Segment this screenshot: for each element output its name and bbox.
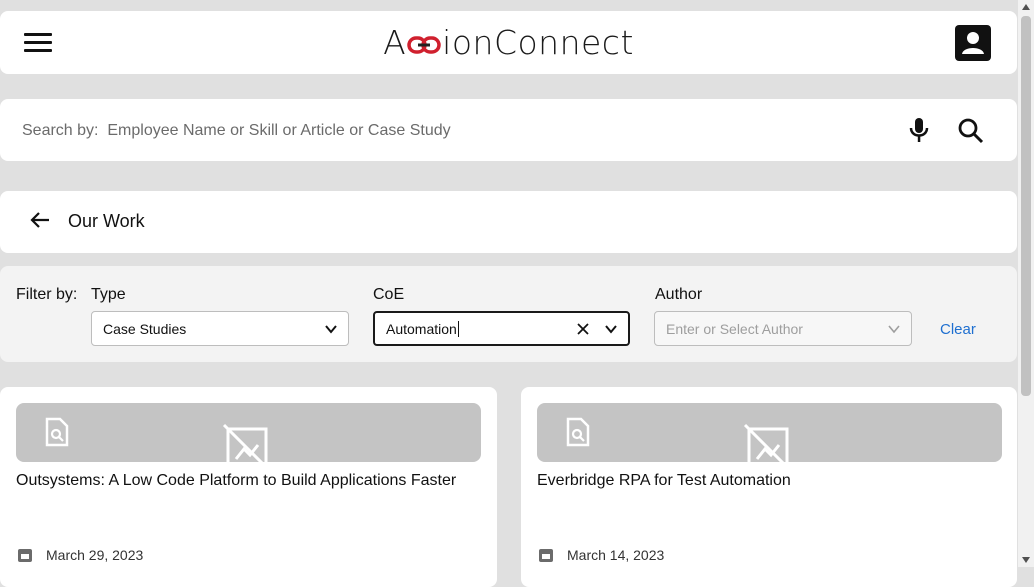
chevron-down-icon[interactable] bbox=[604, 322, 618, 336]
microphone-icon[interactable] bbox=[906, 116, 932, 144]
page-title: Our Work bbox=[68, 211, 145, 231]
coe-select-value[interactable]: Automation bbox=[386, 321, 459, 337]
card-date: March 29, 2023 bbox=[46, 547, 144, 563]
clear-x-icon[interactable] bbox=[576, 322, 590, 336]
logo-prefix: A bbox=[383, 23, 407, 62]
calendar-icon bbox=[539, 549, 553, 562]
coe-select[interactable]: Automation bbox=[373, 311, 630, 346]
result-card[interactable]: Outsystems: A Low Code Platform to Build… bbox=[0, 387, 497, 587]
search-input[interactable] bbox=[20, 99, 884, 163]
profile-icon[interactable] bbox=[955, 25, 991, 61]
filter-by-label: Filter by: bbox=[16, 286, 78, 303]
app-logo: AionConnect bbox=[0, 23, 1017, 62]
type-select[interactable]: Case Studies bbox=[91, 311, 349, 346]
top-bar: AionConnect bbox=[0, 11, 1017, 74]
type-select-value: Case Studies bbox=[103, 321, 187, 337]
author-placeholder: Enter or Select Author bbox=[666, 321, 803, 337]
document-search-icon bbox=[566, 417, 590, 447]
coe-label: CoE bbox=[373, 286, 405, 303]
type-label: Type bbox=[91, 286, 126, 303]
scroll-down-icon[interactable] bbox=[1022, 557, 1030, 563]
calendar-icon bbox=[18, 549, 32, 562]
logo-suffix: ionConnect bbox=[442, 23, 634, 62]
search-icon[interactable] bbox=[957, 117, 985, 145]
card-thumbnail bbox=[537, 403, 1002, 462]
page-scrollbar[interactable] bbox=[1018, 0, 1034, 567]
card-thumbnail bbox=[16, 403, 481, 462]
document-search-icon bbox=[45, 417, 69, 447]
chevron-down-icon[interactable] bbox=[324, 322, 338, 336]
card-title[interactable]: Everbridge RPA for Test Automation bbox=[537, 472, 791, 490]
filter-panel: Filter by: Type Case Studies CoE Automat… bbox=[0, 266, 1017, 362]
card-date: March 14, 2023 bbox=[567, 547, 665, 563]
chevron-down-icon[interactable] bbox=[887, 322, 901, 336]
no-image-icon bbox=[743, 423, 789, 462]
result-card[interactable]: Everbridge RPA for Test Automation March… bbox=[521, 387, 1017, 587]
author-label: Author bbox=[655, 286, 703, 303]
clear-filters-link[interactable]: Clear bbox=[940, 321, 976, 338]
scrollbar-thumb[interactable] bbox=[1021, 16, 1031, 396]
card-title[interactable]: Outsystems: A Low Code Platform to Build… bbox=[16, 472, 456, 490]
section-header: Our Work bbox=[0, 191, 1017, 253]
scroll-up-icon[interactable] bbox=[1022, 4, 1030, 10]
back-arrow-icon[interactable] bbox=[30, 211, 50, 229]
author-select[interactable]: Enter or Select Author bbox=[654, 311, 912, 346]
logo-link-icon bbox=[407, 35, 441, 54]
no-image-icon bbox=[222, 423, 268, 462]
search-bar bbox=[0, 99, 1017, 163]
